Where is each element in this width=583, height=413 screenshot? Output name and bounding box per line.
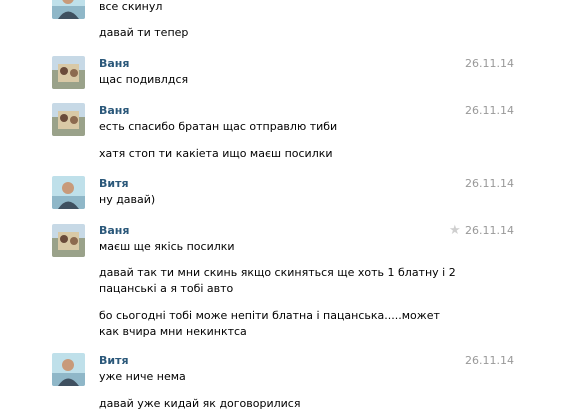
author-name[interactable]: Витя	[99, 177, 129, 190]
message-text: уже ниче нема	[99, 370, 186, 383]
author-name[interactable]: Ваня	[99, 57, 129, 70]
avatar-vitya[interactable]	[52, 176, 85, 209]
avatar-vitya[interactable]	[52, 353, 85, 386]
message-date[interactable]: 26.11.14	[465, 224, 514, 237]
message-text: есть спасибо братан щас отправлю тиби	[99, 120, 338, 133]
message-text: давай ти тепер	[99, 26, 189, 39]
message-text: давай уже кидай як договорилися	[99, 397, 301, 410]
message-text: маєш ще якісь посилки	[99, 240, 235, 253]
message-text: бо сьогодні тобі може непіти блатна і па…	[99, 309, 440, 338]
avatar-vanya[interactable]	[52, 103, 85, 136]
message-text: хатя стоп ти какіета ищо маєш посилки	[99, 147, 333, 160]
message-text: все скинул	[99, 0, 163, 13]
avatar-vanya[interactable]	[52, 224, 85, 257]
message-text: давай так ти мни скинь якщо скиняться ще…	[99, 266, 456, 295]
avatar-vitya[interactable]	[52, 0, 85, 19]
message-date[interactable]: 26.11.14	[465, 104, 514, 117]
message-date[interactable]: 26.11.14	[465, 354, 514, 367]
star-icon[interactable]: ★	[449, 224, 461, 237]
message-date[interactable]: 26.11.14	[465, 177, 514, 190]
author-name[interactable]: Ваня	[99, 224, 129, 237]
author-name[interactable]: Витя	[99, 354, 129, 367]
message-text: щас подивлдся	[99, 73, 189, 86]
message-text: ну давай)	[99, 193, 156, 206]
avatar-vanya[interactable]	[52, 56, 85, 89]
message-date[interactable]: 26.11.14	[465, 57, 514, 70]
author-name[interactable]: Ваня	[99, 104, 129, 117]
